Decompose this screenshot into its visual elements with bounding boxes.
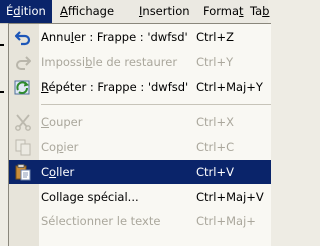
menu-item-copy[interactable]: Copier Ctrl+C (9, 135, 271, 159)
menu-insertion-label-b: nsertion (142, 4, 190, 18)
paste-icon (15, 164, 31, 181)
menu-item-label: Annuler : Frappe : 'dwfsd' (41, 30, 188, 44)
menu-item-shortcut: Ctrl+X (196, 115, 234, 129)
scissors-icon (15, 114, 31, 131)
menu-item-paste[interactable]: Coller Ctrl+V (9, 160, 271, 184)
menu-affichage-label-b: ffichage (67, 4, 115, 18)
menu-format[interactable]: Format (203, 0, 244, 23)
menu-tableau-accelerator: b (262, 4, 270, 18)
menu-item-label: Collage spécial... (41, 190, 139, 204)
menu-item-label: Coller (41, 165, 75, 179)
menu-item-label: Copier (41, 140, 79, 154)
menu-separator (41, 104, 271, 105)
gutter-mark (0, 44, 4, 46)
menu-item-label: Impossible de restaurer (41, 55, 178, 69)
menu-item-shortcut: Ctrl+V (196, 165, 234, 179)
menu-affichage[interactable]: Affichage (60, 0, 114, 23)
menu-edition[interactable]: Édition (0, 0, 52, 23)
menu-item-shortcut: Ctrl+Maj+V (196, 190, 264, 204)
menu-bar: Édition Affichage Insertion Format Tab (0, 0, 269, 24)
menu-item-paste-special[interactable]: Collage spécial... Ctrl+Maj+V (9, 185, 271, 209)
menu-item-label: Répéter : Frappe : 'dwfsd' (41, 80, 189, 94)
menu-tableau-label-a: Ta (250, 4, 263, 18)
repeat-icon (14, 80, 30, 95)
menu-edition-accelerator: d (13, 4, 21, 18)
undo-icon (14, 31, 31, 46)
menu-item-undo[interactable]: Annuler : Frappe : 'dwfsd' Ctrl+Z (9, 25, 271, 49)
menu-item-shortcut: Ctrl+Maj+Y (196, 80, 263, 94)
menu-item-label: Couper (41, 115, 83, 129)
menu-affichage-accelerator: A (60, 4, 68, 18)
gutter-mark (0, 91, 4, 93)
menu-item-shortcut: Ctrl+Maj+ (196, 214, 256, 228)
menu-item-shortcut: Ctrl+Y (196, 55, 234, 69)
menu-item-repeat[interactable]: Répéter : Frappe : 'dwfsd' Ctrl+Maj+Y (9, 75, 271, 99)
redo-disabled-icon (16, 56, 31, 70)
menu-format-accelerator: t (239, 4, 244, 18)
edit-dropdown-menu: Annuler : Frappe : 'dwfsd' Ctrl+Z Imposs… (8, 23, 271, 246)
copy-icon (15, 139, 31, 156)
menu-item-cut[interactable]: Couper Ctrl+X (9, 110, 271, 134)
menu-edition-label-b: ition (20, 4, 46, 18)
menu-insertion[interactable]: Insertion (139, 0, 190, 23)
menu-item-label: Sélectionner le texte (41, 214, 161, 228)
menu-format-label-a: Forma (203, 4, 240, 18)
menu-item-redo[interactable]: Impossible de restaurer Ctrl+Y (9, 50, 271, 74)
menu-tableau[interactable]: Tab (250, 0, 269, 23)
menu-item-select-text[interactable]: Sélectionner le texte Ctrl+Maj+ (9, 209, 271, 233)
menu-item-shortcut: Ctrl+C (196, 140, 235, 154)
menu-item-shortcut: Ctrl+Z (196, 30, 234, 44)
